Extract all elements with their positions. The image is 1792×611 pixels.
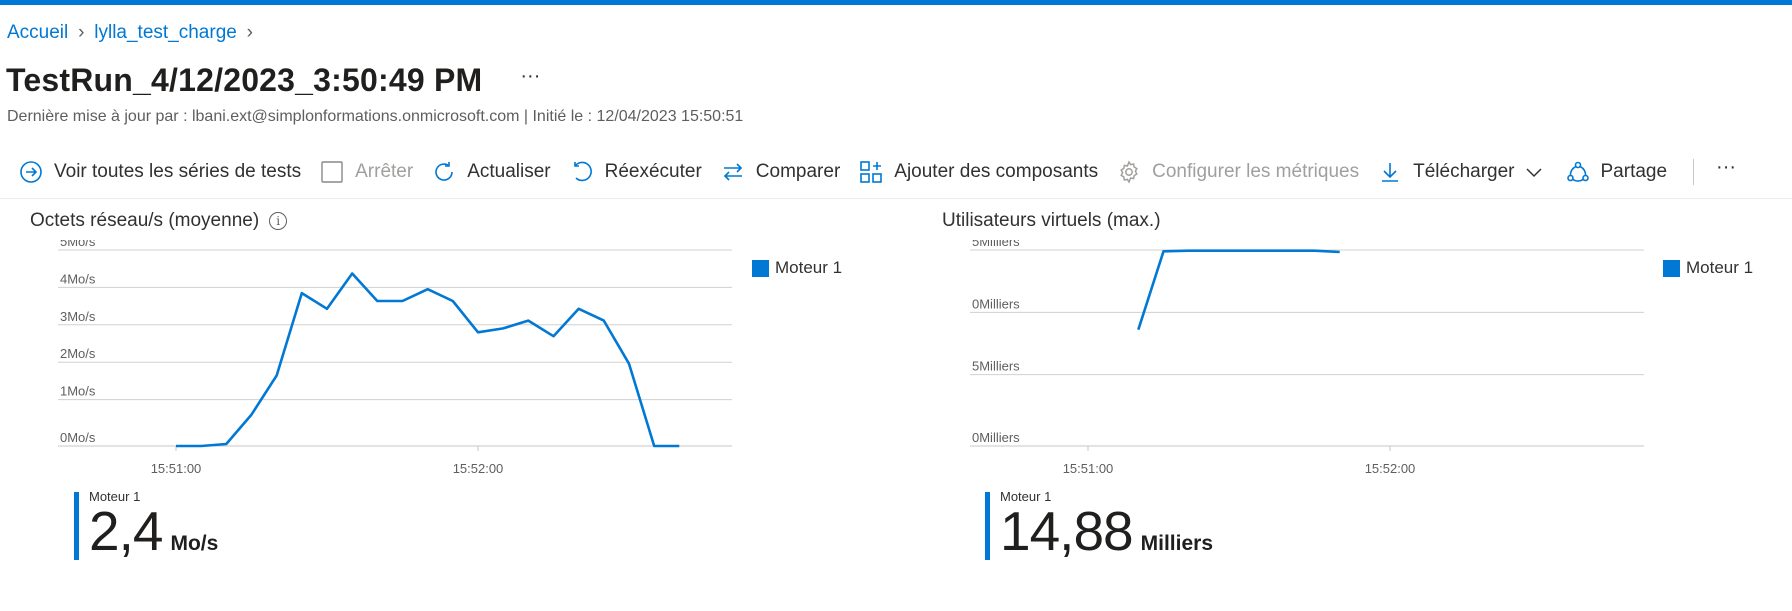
legend-label: Moteur 1 [1686, 258, 1754, 277]
kpi-value: 2,4 [89, 500, 163, 562]
gear-icon [1116, 159, 1142, 185]
page-subtitle: Dernière mise à jour par : lbani.ext@sim… [7, 108, 744, 125]
toolbar-divider-line [0, 198, 1792, 199]
virtual-users-kpi: Moteur 1 14,88 Milliers [985, 490, 1213, 560]
add-components-icon [858, 159, 884, 185]
refresh-button[interactable]: Actualiser [413, 153, 551, 191]
legend-label: Moteur 1 [775, 258, 843, 277]
network-bytes-chart: 0Mo/s 1Mo/s 2Mo/s 3Mo/s 4Mo/s 5Mo/s 15:51:00 15… [58, 240, 732, 476]
kpi-color-bar [985, 492, 990, 560]
kpi-unit: Milliers [1140, 532, 1214, 555]
series-line [176, 272, 680, 448]
view-all-runs-label: Voir toutes les séries de tests [54, 161, 302, 182]
legend-swatch [752, 259, 769, 277]
y-tick-label: 5Milliers [972, 240, 1020, 249]
kpi-unit: Mo/s [170, 532, 219, 555]
legend-item[interactable]: Moteur 1 [752, 258, 842, 278]
compare-label: Comparer [755, 161, 841, 182]
kpi-color-bar [74, 492, 79, 560]
share-label: Partage [1600, 161, 1668, 182]
configure-metrics-label: Configurer les métriques [1152, 161, 1360, 182]
panel-title: Utilisateurs virtuels (max.) [942, 210, 1161, 232]
network-bytes-panel: Octets réseau/s (moyenne) i [30, 210, 288, 232]
breadcrumb-link-test[interactable]: lylla_test_charge [94, 22, 237, 44]
breadcrumb: Accueil › lylla_test_charge › [7, 21, 263, 45]
stop-label: Arrêter [355, 161, 414, 182]
refresh-label: Actualiser [467, 161, 551, 182]
stop-button[interactable]: Arrêter [301, 153, 413, 191]
compare-icon [720, 159, 746, 185]
y-tick-label: 1Mo/s [60, 384, 96, 399]
network-bytes-title: Octets réseau/s (moyenne) [30, 210, 260, 231]
share-icon [1565, 159, 1591, 185]
x-tick-label: 15:51:00 [1063, 461, 1114, 476]
command-bar: Voir toutes les séries de tests Arrêter … [0, 153, 1792, 191]
y-tick-label: 2Mo/s [60, 346, 96, 361]
chevron-right-icon: › [78, 22, 85, 43]
breadcrumb-link-home[interactable]: Accueil [7, 22, 68, 44]
chevron-right-icon: › [246, 22, 253, 43]
page-title: TestRun_4/12/2023_3:50:49 PM [6, 62, 483, 98]
y-tick-label: 5Mo/s [60, 240, 96, 249]
y-tick-label: 0Mo/s [60, 430, 96, 445]
kpi-value: 14,88 [1000, 500, 1134, 562]
toolbar-more-button[interactable]: ··· [1716, 156, 1736, 189]
x-tick-label: 15:52:00 [1365, 461, 1416, 476]
y-tick-label: 0Milliers [972, 296, 1020, 311]
panel-title: Octets réseau/s (moyenne) i [30, 210, 288, 232]
virtual-users-chart: 0Milliers 5Milliers 0Milliers 5Milliers 15:5… [970, 240, 1644, 476]
view-all-runs-button[interactable]: Voir toutes les séries de tests [0, 153, 301, 191]
toolbar-divider [1693, 159, 1695, 185]
checkbox-icon [319, 159, 345, 185]
download-label: Télécharger [1413, 161, 1515, 182]
y-tick-label: 5Milliers [972, 359, 1020, 374]
title-row: TestRun_4/12/2023_3:50:49 PM ··· [6, 62, 540, 99]
add-components-button[interactable]: Ajouter des composants [840, 153, 1098, 191]
compare-button[interactable]: Comparer [702, 153, 840, 191]
virtual-users-title: Utilisateurs virtuels (max.) [942, 210, 1161, 231]
arrow-circle-icon [18, 159, 44, 185]
series-line [1137, 249, 1340, 331]
add-components-label: Ajouter des composants [894, 161, 1099, 182]
top-accent-bar [0, 0, 1792, 5]
download-button[interactable]: Télécharger [1359, 153, 1546, 191]
y-tick-label: 0Milliers [972, 430, 1020, 445]
x-tick-label: 15:52:00 [453, 461, 504, 476]
refresh-icon [431, 159, 457, 185]
rerun-label: Réexécuter [604, 161, 702, 182]
virtual-users-panel: Utilisateurs virtuels (max.) [942, 210, 1161, 232]
rerun-button[interactable]: Réexécuter [551, 153, 702, 191]
legend-item[interactable]: Moteur 1 [1663, 258, 1753, 278]
configure-metrics-button[interactable]: Configurer les métriques [1098, 153, 1359, 191]
download-icon [1377, 159, 1403, 185]
share-button[interactable]: Partage [1547, 153, 1668, 191]
chevron-down-icon [1521, 159, 1547, 185]
info-icon[interactable]: i [269, 212, 288, 230]
y-tick-label: 4Mo/s [60, 271, 96, 286]
rerun-icon [569, 159, 595, 185]
more-options-button[interactable]: ··· [520, 66, 540, 96]
y-tick-label: 3Mo/s [60, 309, 96, 324]
x-tick-label: 15:51:00 [151, 461, 202, 476]
legend-swatch [1663, 259, 1680, 277]
network-bytes-kpi: Moteur 1 2,4 Mo/s [74, 490, 218, 560]
